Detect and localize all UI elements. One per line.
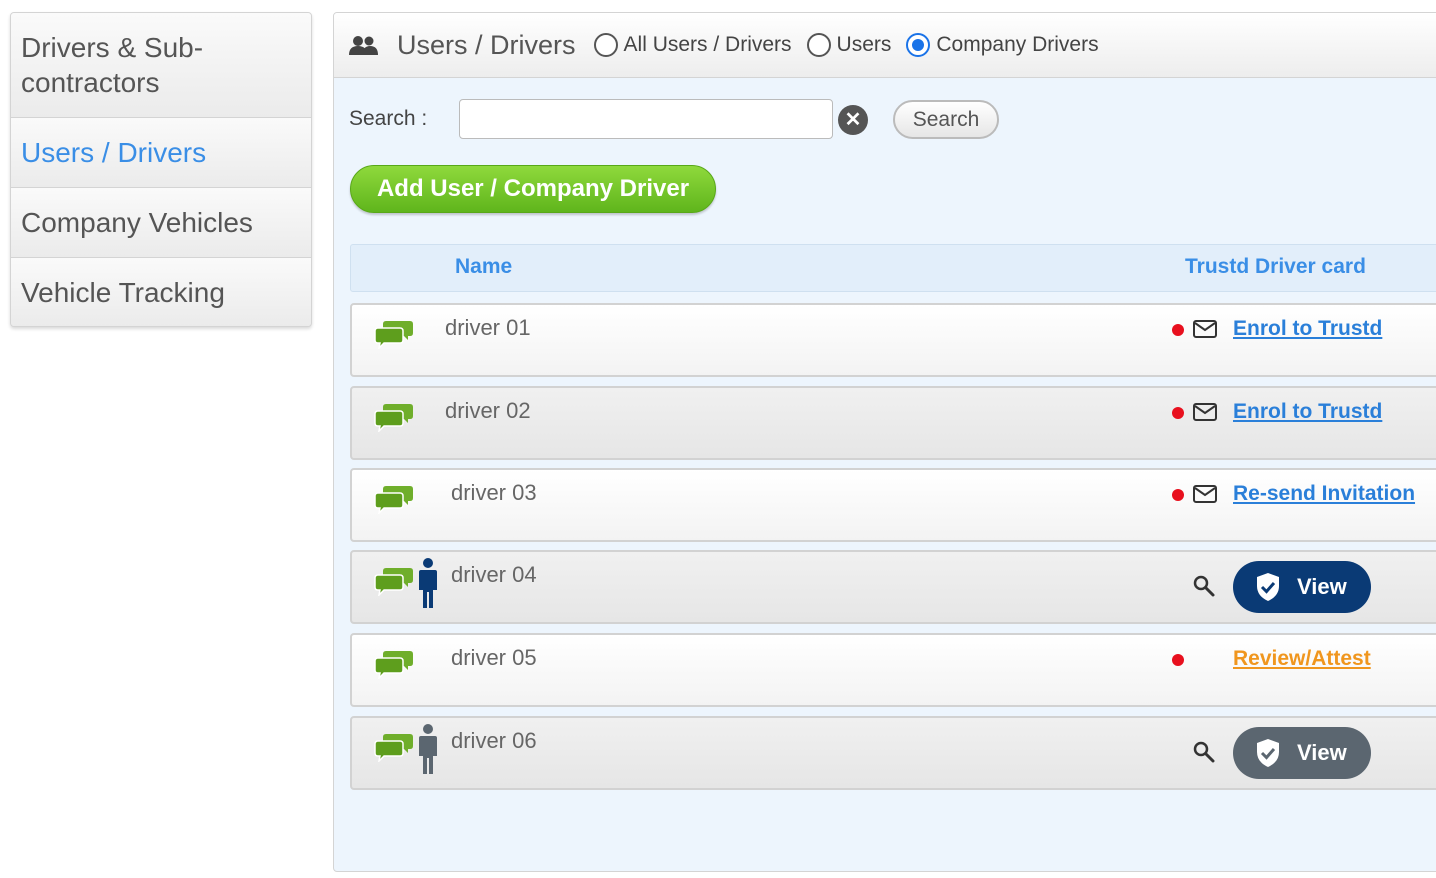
radio-label: All Users / Drivers xyxy=(623,33,792,56)
view-button-label: View xyxy=(1297,574,1347,599)
radio-button[interactable] xyxy=(806,33,831,57)
mail-icon xyxy=(1193,403,1217,421)
add-user-button[interactable]: Add User / Company Driver xyxy=(350,165,716,213)
sidebar-item-vehicle-tracking[interactable]: Vehicle Tracking xyxy=(11,258,311,326)
page-title: Users / Drivers xyxy=(397,29,576,60)
chat-icon[interactable] xyxy=(374,484,414,514)
table-row: driver 02 Enrol to Trustd xyxy=(350,386,1436,460)
driver-name: driver 06 xyxy=(451,728,537,753)
driver-name: driver 02 xyxy=(445,398,531,423)
chat-icon[interactable] xyxy=(374,319,414,349)
driver-name: driver 01 xyxy=(445,315,531,340)
chat-icon[interactable] xyxy=(374,649,414,679)
table-row: driver 04 View xyxy=(350,550,1436,624)
shield-check-icon xyxy=(1257,739,1279,767)
search-label: Search : xyxy=(349,107,428,130)
status-dot xyxy=(1172,324,1184,336)
magnifier-icon[interactable] xyxy=(1192,574,1216,598)
sidebar-item-label: Drivers & Sub-contractors xyxy=(21,32,204,98)
table-row: driver 06 View xyxy=(350,716,1436,790)
column-header-name[interactable]: Name xyxy=(455,255,512,279)
filter-users[interactable]: Users xyxy=(806,33,892,57)
radio-button[interactable] xyxy=(593,33,618,57)
sidebar-item-drivers-subcontractors[interactable]: Drivers & Sub-contractors xyxy=(11,13,311,118)
table-row: driver 03 Re-send Invitation xyxy=(350,468,1436,542)
filter-company-drivers[interactable]: Company Drivers xyxy=(906,33,1099,57)
table-row: driver 01 Enrol to Trustd xyxy=(350,303,1436,377)
users-icon xyxy=(349,36,378,55)
enrol-link[interactable]: Enrol to Trustd xyxy=(1233,400,1382,424)
person-icon xyxy=(419,558,437,608)
review-attest-link[interactable]: Review/Attest xyxy=(1233,647,1371,671)
sidebar-item-company-vehicles[interactable]: Company Vehicles xyxy=(11,188,311,258)
magnifier-icon[interactable] xyxy=(1192,740,1216,764)
radio-button[interactable] xyxy=(906,33,931,57)
table-header: Name Trustd Driver card xyxy=(350,244,1436,292)
mail-icon xyxy=(1193,320,1217,338)
clear-icon[interactable]: ✕ xyxy=(838,105,868,135)
chat-icon[interactable] xyxy=(374,566,414,596)
view-button-label: View xyxy=(1297,740,1347,765)
sidebar-item-users-drivers[interactable]: Users / Drivers xyxy=(11,118,311,188)
table-row: driver 05 Review/Attest xyxy=(350,633,1436,707)
radio-label: Users xyxy=(836,33,892,56)
search-button[interactable]: Search xyxy=(893,100,999,139)
sidebar-item-label: Vehicle Tracking xyxy=(21,276,225,308)
sidebar: Drivers & Sub-contractors Users / Driver… xyxy=(10,12,312,327)
panel-header: Users / Drivers All Users / Drivers User… xyxy=(334,13,1436,78)
shield-check-icon xyxy=(1257,573,1279,601)
view-card-button[interactable]: View xyxy=(1233,727,1371,779)
radio-label: Company Drivers xyxy=(936,33,1099,56)
chat-icon[interactable] xyxy=(374,732,414,762)
status-dot xyxy=(1172,407,1184,419)
resend-invitation-link[interactable]: Re-send Invitation xyxy=(1233,482,1415,506)
mail-icon xyxy=(1193,485,1217,503)
chat-icon[interactable] xyxy=(374,402,414,432)
status-dot xyxy=(1172,654,1184,666)
sidebar-item-label: Users / Drivers xyxy=(21,137,207,168)
driver-name: driver 03 xyxy=(451,480,537,505)
person-icon xyxy=(419,724,437,774)
view-card-button[interactable]: View xyxy=(1233,561,1371,613)
driver-name: driver 05 xyxy=(451,645,537,670)
search-input[interactable] xyxy=(459,99,833,139)
enrol-link[interactable]: Enrol to Trustd xyxy=(1233,317,1382,341)
driver-name: driver 04 xyxy=(451,562,537,587)
column-header-trustd-card[interactable]: Trustd Driver card xyxy=(1185,255,1366,279)
sidebar-item-label: Company Vehicles xyxy=(21,207,253,238)
filter-all-users-drivers[interactable]: All Users / Drivers xyxy=(593,33,792,57)
status-dot xyxy=(1172,489,1184,501)
